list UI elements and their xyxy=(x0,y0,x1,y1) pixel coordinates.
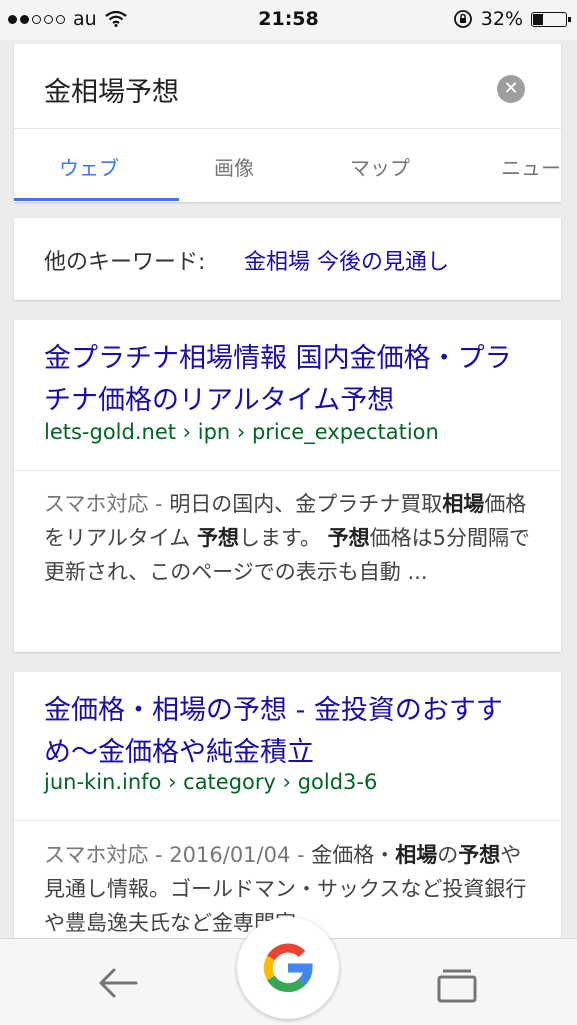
google-home-button[interactable] xyxy=(237,917,339,1019)
result-url[interactable]: jun-kin.info › category › gold3-6 xyxy=(44,770,377,794)
tab-web[interactable]: ウェブ xyxy=(59,152,119,181)
related-keyword-link[interactable]: 金相場 今後の見通し xyxy=(244,244,449,276)
snippet-segment: の xyxy=(437,843,459,867)
snippet-prefix: スマホ対応 - xyxy=(44,492,170,516)
snippet-highlight: 相場 xyxy=(395,843,438,867)
orientation-lock-icon xyxy=(453,10,472,28)
result-divider xyxy=(14,820,561,821)
snippet-prefix: スマホ対応 - 2016/01/04 - xyxy=(44,843,312,867)
related-keywords-card: 他のキーワード: 金相場 今後の見通し xyxy=(14,218,561,300)
battery-icon xyxy=(531,11,571,27)
status-right: 32% xyxy=(453,8,571,30)
bottom-toolbar xyxy=(0,917,577,1025)
snippet-segment: 金価格・ xyxy=(311,843,396,867)
back-arrow-icon[interactable] xyxy=(96,963,140,1003)
result-title-link[interactable]: 金プラチナ相場情報 国内金価格・プラチナ価格のリアルタイム予想 xyxy=(44,338,533,422)
clear-icon[interactable]: ✕ xyxy=(497,75,525,103)
result-snippet: スマホ対応 - 明日の国内、金プラチナ買取相場価格をリアルタイム 予想します。 … xyxy=(44,487,539,589)
search-result: 金プラチナ相場情報 国内金価格・プラチナ価格のリアルタイム予想 lets-gol… xyxy=(14,320,561,652)
google-g-icon xyxy=(263,943,313,993)
tabs-divider xyxy=(14,128,561,129)
battery-percent: 32% xyxy=(480,8,523,30)
snippet-highlight: 予想 xyxy=(327,526,370,550)
status-bar: au 21:58 32% xyxy=(0,0,577,40)
battery-fill xyxy=(533,13,543,25)
snippet-highlight: 相場 xyxy=(442,492,485,516)
search-input[interactable]: 金相場予想 xyxy=(44,70,179,109)
tab-news[interactable]: ニュー xyxy=(501,152,561,181)
tab-maps[interactable]: マップ xyxy=(350,152,410,181)
tab-images[interactable]: 画像 xyxy=(214,152,254,181)
snippet-segment: します。 xyxy=(239,526,328,550)
snippet-highlight: 予想 xyxy=(458,843,501,867)
result-url[interactable]: lets-gold.net › ipn › price_expectation xyxy=(44,420,439,444)
result-title-link[interactable]: 金価格・相場の予想 - 金投資のおすすめ〜金価格や純金積立 xyxy=(44,690,533,774)
snippet-highlight: 予想 xyxy=(197,526,240,550)
result-divider xyxy=(14,470,561,471)
active-tab-indicator xyxy=(14,198,179,201)
snippet-segment: 明日の国内、金プラチナ買取 xyxy=(169,492,443,516)
tabs-icon[interactable] xyxy=(436,967,478,1003)
related-keywords-label: 他のキーワード: xyxy=(44,250,206,275)
search-card: 金相場予想 ✕ ウェブ 画像 マップ ニュー xyxy=(14,44,561,202)
